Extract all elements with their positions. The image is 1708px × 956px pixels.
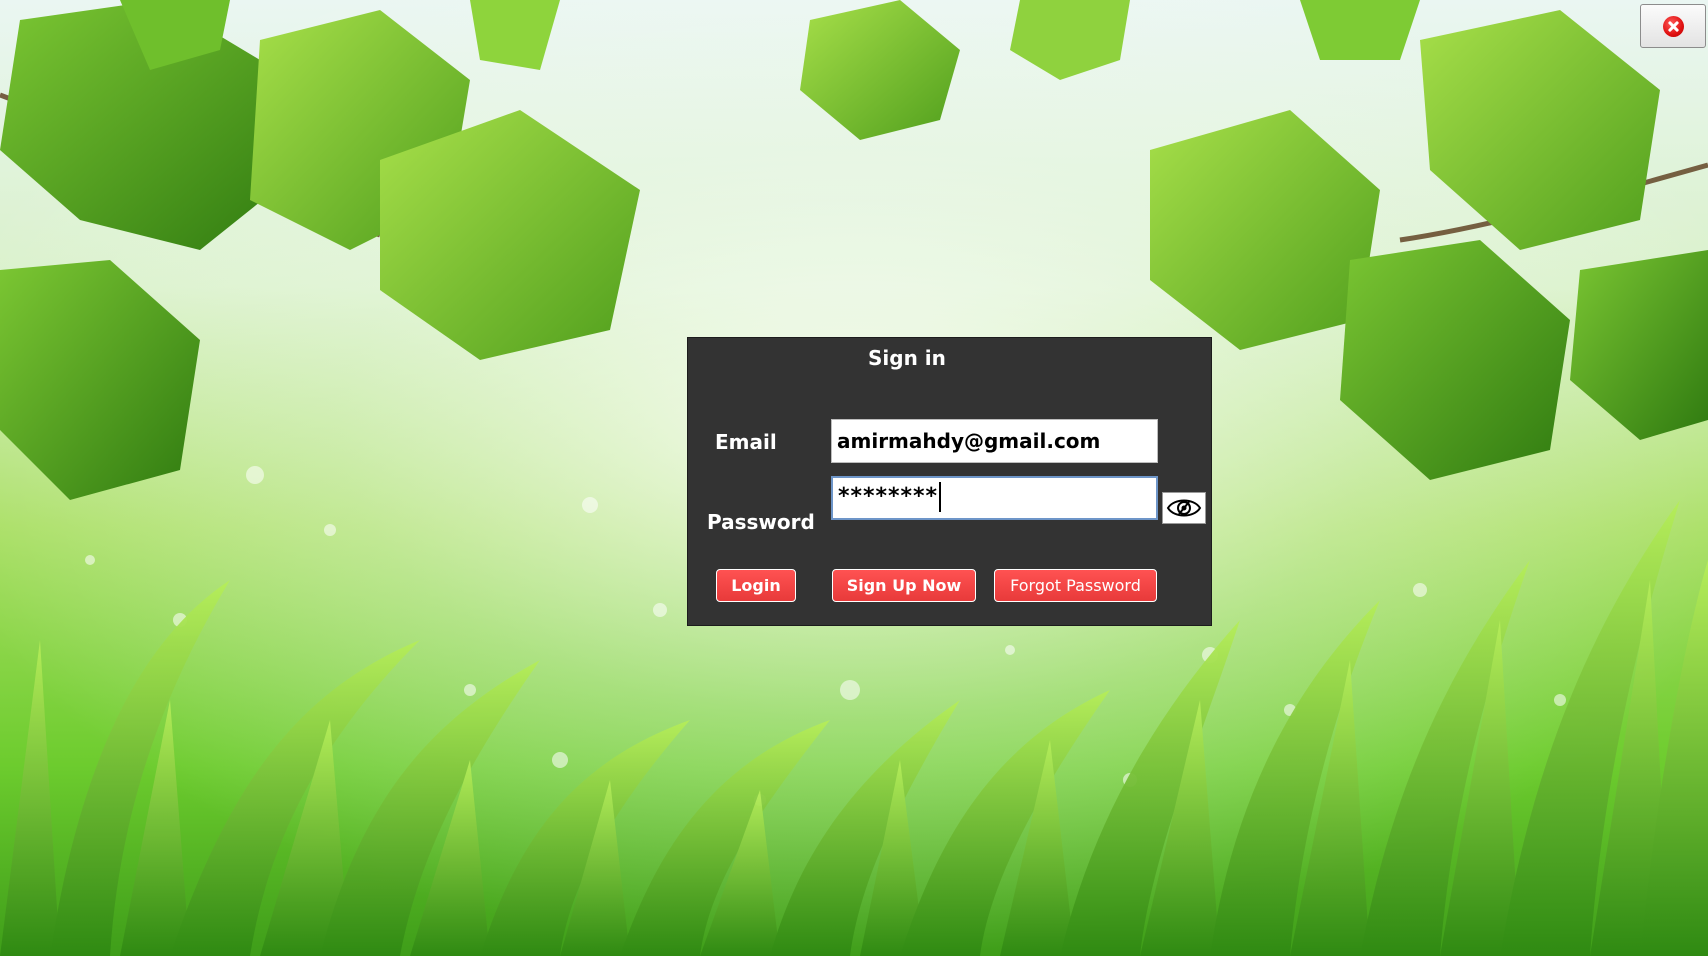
email-label: Email bbox=[715, 430, 777, 454]
close-button[interactable] bbox=[1640, 4, 1706, 48]
email-field[interactable]: amirmahdy@gmail.com bbox=[831, 419, 1158, 463]
sign-up-button[interactable]: Sign Up Now bbox=[832, 569, 976, 602]
password-masked-value: ******** bbox=[838, 484, 939, 509]
eye-icon bbox=[1166, 499, 1202, 517]
show-password-button[interactable] bbox=[1162, 492, 1206, 524]
close-icon bbox=[1663, 16, 1684, 37]
app-window: Sign in Email amirmahdy@gmail.com Passwo… bbox=[0, 0, 1708, 956]
email-value: amirmahdy@gmail.com bbox=[837, 429, 1101, 453]
panel-title: Sign in bbox=[868, 346, 946, 370]
text-caret bbox=[939, 482, 942, 512]
password-field[interactable]: ******** bbox=[831, 476, 1158, 520]
forgot-password-button[interactable]: Forgot Password bbox=[994, 569, 1157, 602]
password-label: Password bbox=[707, 510, 815, 534]
login-button[interactable]: Login bbox=[716, 569, 796, 602]
login-panel: Sign in Email amirmahdy@gmail.com Passwo… bbox=[687, 337, 1212, 626]
